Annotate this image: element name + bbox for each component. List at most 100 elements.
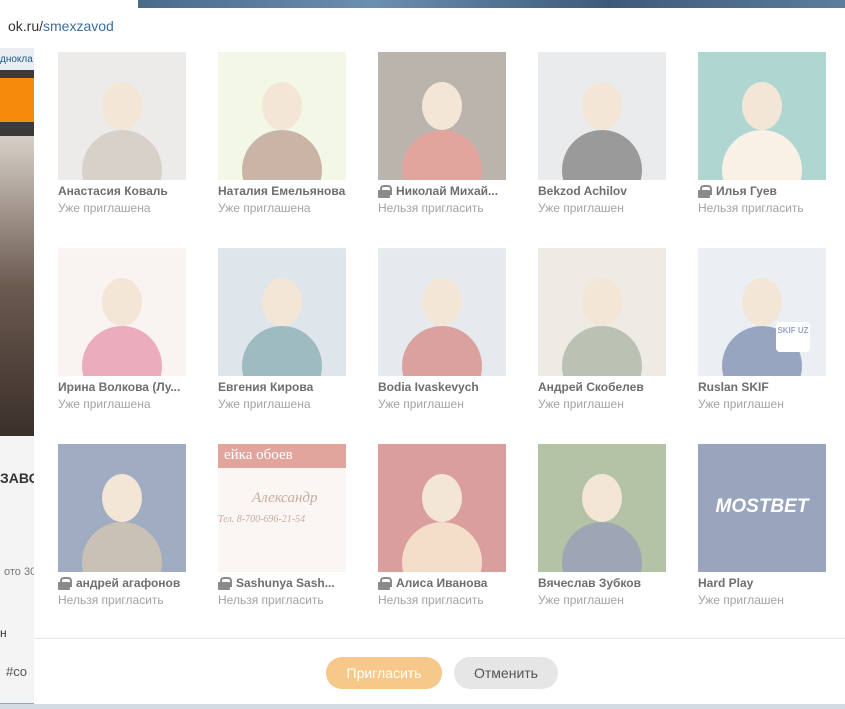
avatar-body xyxy=(562,130,642,180)
friend-avatar[interactable]: MOSTBET xyxy=(698,444,826,572)
friend-card[interactable]: Евгения Кирова Уже приглашена xyxy=(218,248,358,418)
friend-name[interactable]: Bekzod Achilov xyxy=(538,184,688,198)
friend-card[interactable]: Анастасия Коваль Уже приглашена xyxy=(58,52,198,222)
friend-name-text: Наталия Емельянова xyxy=(218,184,346,198)
friend-card[interactable]: Вячеслав Зубков Уже приглашен xyxy=(538,444,678,614)
friend-card[interactable]: Ирина Волкова (Лу... Уже приглашена xyxy=(58,248,198,418)
friend-avatar[interactable] xyxy=(538,248,666,376)
friend-card[interactable]: Bekzod Achilov Уже приглашен xyxy=(538,52,678,222)
friend-card[interactable]: андрей агафонов Нельзя пригласить xyxy=(58,444,198,614)
avatar-body xyxy=(402,130,482,180)
friend-name[interactable]: Андрей Скобелев xyxy=(538,380,688,394)
friend-name[interactable]: Илья Гуев xyxy=(698,184,845,198)
avatar-figure xyxy=(102,474,142,522)
friend-card[interactable]: ейка обоев Александр Тел. 8-700-696-21-54 S… xyxy=(218,444,358,614)
friend-name[interactable]: Hard Play xyxy=(698,576,845,590)
friend-avatar[interactable] xyxy=(538,52,666,180)
background-photo-count: ото 30 xyxy=(4,566,37,578)
friend-name[interactable]: Евгения Кирова xyxy=(218,380,368,394)
avatar-body xyxy=(82,130,162,180)
invite-status: Уже приглашена xyxy=(218,397,311,411)
invite-status: Уже приглашен xyxy=(538,593,624,607)
friend-avatar[interactable] xyxy=(538,444,666,572)
lock-icon xyxy=(378,184,392,198)
friend-name-text: Sashunya Sash... xyxy=(236,576,335,590)
friend-name[interactable]: Алиса Иванова xyxy=(378,576,528,590)
lock-icon xyxy=(218,576,232,590)
sign-top-text: ейка обоев xyxy=(224,447,293,463)
invite-status: Нельзя пригласить xyxy=(378,593,484,607)
friend-name-text: Ирина Волкова (Лу... xyxy=(58,380,181,394)
friend-avatar[interactable]: ейка обоев Александр Тел. 8-700-696-21-54 xyxy=(218,444,346,572)
friend-name[interactable]: Bodia Ivaskevych xyxy=(378,380,528,394)
friend-card[interactable]: Алиса Иванова Нельзя пригласить xyxy=(378,444,518,614)
friend-avatar[interactable] xyxy=(698,52,826,180)
friend-name[interactable]: Ирина Волкова (Лу... xyxy=(58,380,208,394)
avatar-figure xyxy=(422,474,462,522)
friend-avatar[interactable] xyxy=(378,444,506,572)
background-nav-text: дноклa xyxy=(0,54,33,65)
invite-status: Нельзя пригласить xyxy=(698,201,804,215)
friend-name-text: Николай Михай... xyxy=(396,184,499,198)
friend-avatar[interactable] xyxy=(378,248,506,376)
lock-icon xyxy=(698,184,712,198)
friend-card[interactable]: MOSTBET Hard Play Уже приглашен xyxy=(698,444,838,614)
avatar-figure xyxy=(582,474,622,522)
invite-status: Уже приглашен xyxy=(538,397,624,411)
friend-avatar[interactable]: SKIF UZ xyxy=(698,248,826,376)
avatar-figure xyxy=(582,278,622,326)
invite-status: Нельзя пригласить xyxy=(58,593,164,607)
friend-name[interactable]: андрей агафонов xyxy=(58,576,208,590)
friend-card[interactable]: Bodia Ivaskevych Уже приглашен xyxy=(378,248,518,418)
friend-name[interactable]: Ruslan SKIF xyxy=(698,380,845,394)
friend-name-text: Вячеслав Зубков xyxy=(538,576,641,590)
friend-name[interactable]: Наталия Емельянова xyxy=(218,184,368,198)
avatar-body xyxy=(82,326,162,376)
friend-avatar[interactable] xyxy=(58,444,186,572)
invite-status: Нельзя пригласить xyxy=(378,201,484,215)
background-hashtag: #co xyxy=(6,664,27,679)
sign-name-text: Александр xyxy=(252,490,318,506)
friend-card[interactable]: Наталия Емельянова Уже приглашена xyxy=(218,52,358,222)
friend-name-text: Андрей Скобелев xyxy=(538,380,644,394)
friend-name-text: Bekzod Achilov xyxy=(538,184,627,198)
background-nav: дноклa xyxy=(0,48,34,70)
avatar-body xyxy=(402,326,482,376)
friend-avatar[interactable] xyxy=(58,52,186,180)
avatar-figure xyxy=(262,82,302,130)
invite-status: Уже приглашен xyxy=(698,593,784,607)
avatar-body xyxy=(562,522,642,572)
avatar-body xyxy=(242,326,322,376)
friend-card[interactable]: SKIF UZ Ruslan SKIF Уже приглашен xyxy=(698,248,838,418)
friend-avatar[interactable] xyxy=(58,248,186,376)
invite-button[interactable]: Пригласить xyxy=(326,657,442,689)
friend-name[interactable]: Sashunya Sash... xyxy=(218,576,368,590)
invite-status: Уже приглашен xyxy=(698,397,784,411)
invite-friends-dialog: Анастасия Коваль Уже приглашена Наталия Ем… xyxy=(34,48,845,704)
avatar-body xyxy=(722,130,802,180)
invite-status: Уже приглашен xyxy=(538,201,624,215)
background-header-bar xyxy=(0,78,34,122)
address-bar[interactable]: ok.ru/smexzavod xyxy=(8,18,114,34)
friend-card[interactable]: Николай Михай... Нельзя пригласить xyxy=(378,52,518,222)
invite-status: Нельзя пригласить xyxy=(218,593,324,607)
friend-name[interactable]: Вячеслав Зубков xyxy=(538,576,688,590)
friend-card[interactable]: Андрей Скобелев Уже приглашен xyxy=(538,248,678,418)
sign-phone-text: Тел. 8-700-696-21-54 xyxy=(218,514,306,525)
friend-card[interactable]: Илья Гуев Нельзя пригласить xyxy=(698,52,838,222)
avatar-body xyxy=(402,522,482,572)
invite-status: Уже приглашена xyxy=(218,201,311,215)
browser-address-area: ok.ru/smexzavod xyxy=(0,0,845,48)
avatar-body xyxy=(562,326,642,376)
mostbet-logo: MOSTBET xyxy=(715,496,809,517)
avatar-figure xyxy=(422,82,462,130)
friend-name[interactable]: Анастасия Коваль xyxy=(58,184,208,198)
browser-tab-strip xyxy=(138,0,845,8)
friend-avatar[interactable] xyxy=(218,52,346,180)
skif-badge: SKIF UZ xyxy=(776,322,810,352)
friend-avatar[interactable] xyxy=(378,52,506,180)
cancel-button[interactable]: Отменить xyxy=(454,657,558,689)
friend-name[interactable]: Николай Михай... xyxy=(378,184,528,198)
friend-name-text: Анастасия Коваль xyxy=(58,184,168,198)
friend-avatar[interactable] xyxy=(218,248,346,376)
